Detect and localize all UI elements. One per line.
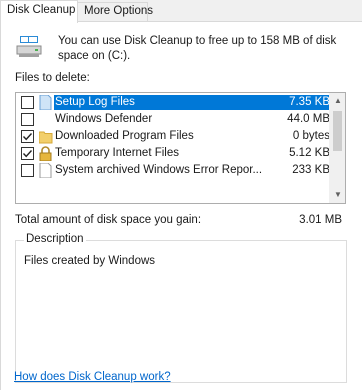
file-row-windows-defender[interactable]: Windows Defender 44.0 MB bbox=[16, 111, 330, 128]
file-checkbox[interactable] bbox=[21, 130, 34, 143]
scroll-thumb[interactable] bbox=[333, 111, 342, 151]
description-legend: Description bbox=[24, 233, 86, 245]
help-link[interactable]: How does Disk Cleanup work? bbox=[14, 371, 171, 383]
file-size: 5.12 KB bbox=[289, 147, 330, 159]
hard-drive-icon bbox=[15, 34, 43, 60]
file-name: System archived Windows Error Repor... bbox=[55, 164, 263, 176]
scroll-up-icon[interactable]: ▲ bbox=[330, 93, 345, 109]
intro-line-1: You can use Disk Cleanup to free up to 1… bbox=[58, 35, 337, 47]
total-space-label: Total amount of disk space you gain: bbox=[15, 214, 202, 226]
files-to-delete-label: Files to delete: bbox=[15, 72, 90, 84]
files-list[interactable]: Setup Log Files 7.35 KB Windows Defender… bbox=[15, 92, 346, 204]
tab-strip: More Options Disk Cleanup bbox=[0, 0, 362, 23]
file-name: Windows Defender bbox=[55, 113, 153, 125]
description-text: Files created by Windows bbox=[24, 255, 156, 267]
file-row-system-archived-error-reports[interactable]: System archived Windows Error Repor... 2… bbox=[16, 162, 330, 179]
tab-disk-cleanup[interactable]: Disk Cleanup bbox=[0, 0, 78, 23]
intro-text: You can use Disk Cleanup to free up to 1… bbox=[58, 34, 338, 64]
disk-cleanup-panel: You can use Disk Cleanup to free up to 1… bbox=[0, 21, 362, 390]
blank-icon bbox=[39, 112, 52, 127]
checkmark-icon bbox=[22, 133, 33, 141]
document-icon bbox=[39, 94, 52, 111]
file-name: Temporary Internet Files bbox=[55, 147, 179, 159]
file-checkbox[interactable] bbox=[21, 147, 34, 160]
file-name: Setup Log Files bbox=[54, 95, 137, 110]
file-size: 0 bytes bbox=[292, 130, 330, 142]
checkmark-icon bbox=[22, 150, 33, 158]
file-row-downloaded-program-files[interactable]: Downloaded Program Files 0 bytes bbox=[16, 128, 330, 145]
tab-more-options[interactable]: More Options bbox=[77, 2, 153, 22]
document-icon bbox=[39, 162, 52, 179]
file-size: 7.35 KB bbox=[270, 95, 330, 110]
file-row-temporary-internet-files[interactable]: Temporary Internet Files 5.12 KB bbox=[16, 145, 330, 162]
lock-icon bbox=[39, 146, 52, 162]
file-size: 44.0 MB bbox=[287, 113, 330, 125]
file-checkbox[interactable] bbox=[21, 113, 34, 126]
file-checkbox[interactable] bbox=[21, 164, 34, 177]
folder-icon bbox=[38, 129, 53, 144]
file-checkbox[interactable] bbox=[21, 96, 34, 109]
total-space-value: 3.01 MB bbox=[299, 214, 342, 226]
file-name: Downloaded Program Files bbox=[55, 130, 194, 142]
description-group: Description Files created by Windows bbox=[15, 233, 347, 383]
file-row-setup-log-files[interactable]: Setup Log Files 7.35 KB bbox=[16, 94, 330, 111]
files-list-scrollbar[interactable]: ▲ ▼ bbox=[329, 93, 345, 203]
intro-line-2: space on (C:). bbox=[58, 50, 131, 62]
scroll-down-icon[interactable]: ▼ bbox=[330, 187, 345, 203]
file-size: 233 KB bbox=[292, 164, 330, 176]
